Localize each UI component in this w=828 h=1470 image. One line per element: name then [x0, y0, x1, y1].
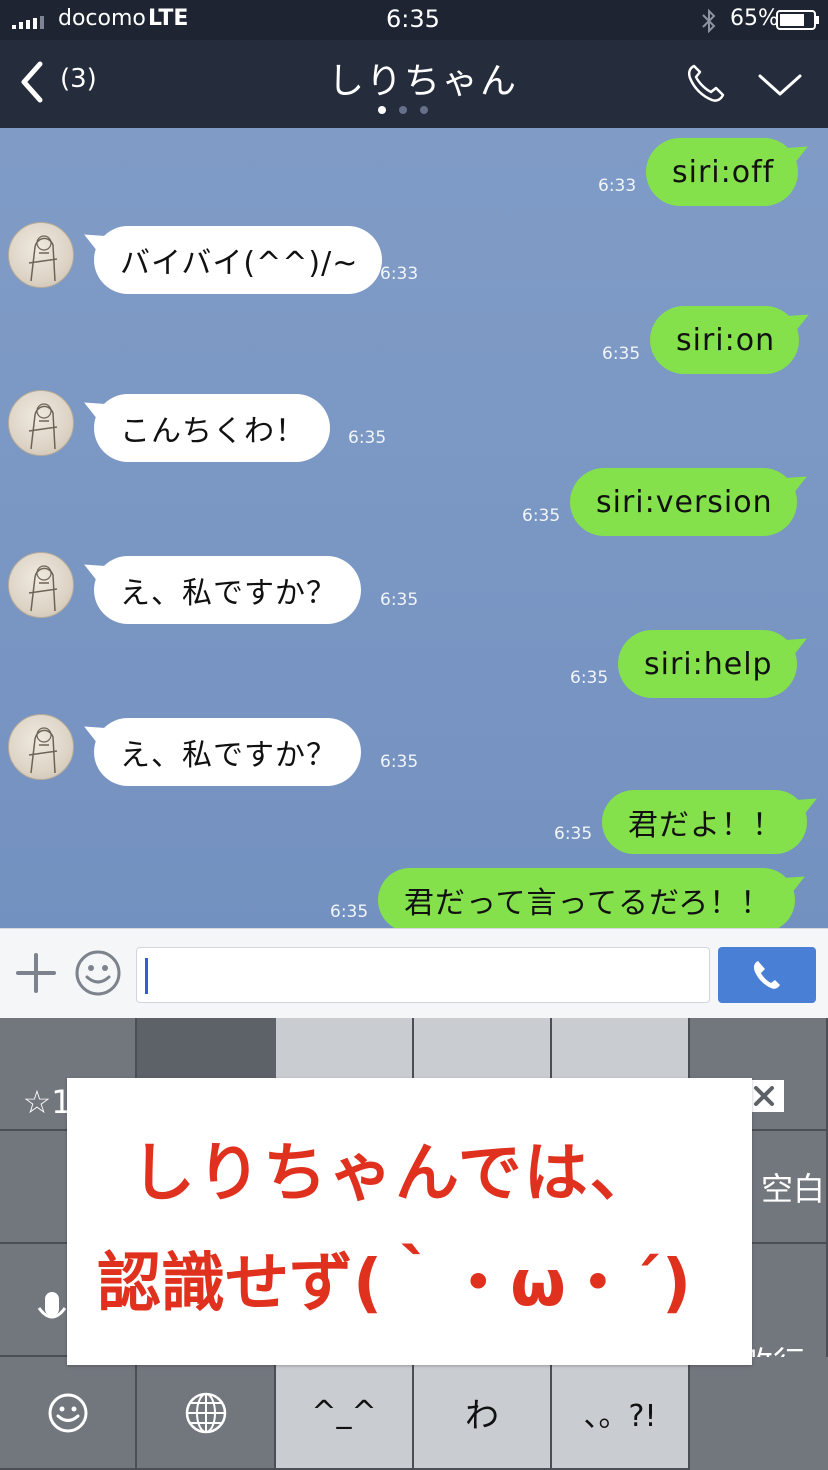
message-time: 6:35 — [522, 506, 561, 526]
avatar[interactable] — [8, 222, 74, 288]
emoji-button[interactable] — [74, 949, 122, 997]
smiley-icon — [48, 1393, 87, 1432]
call-button[interactable] — [684, 60, 728, 104]
bubble-tail — [792, 792, 822, 822]
message-time: 6:35 — [554, 824, 593, 844]
phone-icon — [687, 64, 725, 102]
key-label: 空白 — [760, 1169, 825, 1208]
add-button[interactable] — [14, 951, 58, 995]
message-time: 6:33 — [380, 264, 419, 284]
incoming-message[interactable]: え、私ですか？ — [79, 718, 361, 786]
avatar[interactable] — [8, 714, 74, 780]
page-dot-active — [378, 106, 386, 114]
outgoing-message[interactable]: siri:help — [618, 630, 812, 698]
message-time: 6:33 — [598, 176, 637, 196]
bubble-tail — [781, 470, 812, 500]
message-text: 君だって言ってるだろ！！ — [404, 886, 772, 921]
bubble-tail — [780, 870, 811, 900]
back-button[interactable]: (3) — [12, 58, 102, 106]
plus-icon — [16, 953, 56, 993]
incoming-message[interactable]: え、私ですか？ — [79, 556, 361, 624]
chevron-down-icon — [758, 74, 802, 96]
message-input-bar — [0, 928, 828, 1018]
unread-count: (3) — [60, 64, 97, 94]
caption-line-1: しりちゃんでは、 — [131, 1137, 656, 1211]
message-text: siri:help — [644, 646, 773, 682]
key-kaomoji[interactable]: ^_^ — [276, 1357, 414, 1470]
phone-icon — [754, 961, 780, 989]
text-cursor — [145, 958, 148, 994]
key-label: わ — [465, 1396, 499, 1436]
avatar[interactable] — [8, 390, 74, 456]
message-time: 6:35 — [330, 902, 369, 922]
key-punctuation[interactable]: 、。?! — [552, 1357, 690, 1470]
avatar[interactable] — [8, 552, 74, 618]
bubble-tail — [79, 720, 109, 750]
avatar-sketch — [28, 403, 58, 450]
avatar-sketch — [28, 565, 58, 612]
page-dot — [420, 106, 428, 114]
battery-icon — [776, 10, 820, 34]
key-label: ^_^ — [311, 1395, 377, 1430]
globe-icon — [185, 1392, 226, 1433]
bubble-tail — [79, 396, 109, 426]
message-text: え、私ですか？ — [120, 576, 337, 611]
message-time: 6:35 — [380, 752, 419, 772]
voice-call-button[interactable] — [718, 947, 816, 1003]
status-bar: docomo LTE 6:35 65% — [0, 0, 828, 40]
message-text: siri:version — [596, 484, 773, 520]
page-dot — [399, 106, 407, 114]
caption-overlay: しりちゃんでは、 認識せず(｀・ω・´) — [67, 1078, 752, 1365]
key-empty — [690, 1357, 828, 1470]
message-text: 君だよ！！ — [628, 808, 783, 843]
key-wa[interactable]: わ — [414, 1357, 552, 1470]
message-text: こんちくわ！ — [120, 414, 306, 449]
network-label: LTE — [148, 6, 189, 31]
bubble-tail — [783, 140, 814, 170]
message-list[interactable]: siri:off 6:33 バイバイ(^^)/~ 6:33 siri:on 6:… — [0, 128, 828, 928]
clock: 6:35 — [386, 5, 440, 33]
outgoing-message[interactable]: siri:on — [650, 306, 814, 374]
bubble-tail — [79, 228, 109, 258]
message-input[interactable] — [136, 947, 710, 1003]
avatar-sketch — [28, 727, 58, 774]
battery-percent: 65% — [730, 6, 779, 31]
message-time: 6:35 — [348, 428, 387, 448]
chat-title: しりちゃん — [328, 61, 519, 102]
smiley-icon — [75, 950, 121, 996]
message-text: え、私ですか？ — [120, 738, 337, 773]
message-text: バイバイ(^^)/~ — [120, 246, 359, 281]
key-globe[interactable] — [137, 1357, 276, 1470]
bluetooth-icon — [700, 8, 718, 38]
bubble-tail — [784, 308, 814, 338]
outgoing-message[interactable]: siri:off — [646, 138, 814, 206]
bubble-tail — [79, 558, 109, 588]
outgoing-message[interactable]: siri:version — [570, 468, 812, 536]
menu-toggle-button[interactable] — [756, 70, 804, 100]
chat-header: (3) しりちゃん — [0, 40, 828, 128]
incoming-message[interactable]: バイバイ(^^)/~ — [79, 226, 383, 294]
avatar-sketch — [28, 235, 58, 282]
key-label: 、。?! — [583, 1398, 657, 1434]
signal-icon — [12, 14, 52, 29]
outgoing-message[interactable]: 君だよ！！ — [602, 790, 822, 854]
key-emoji[interactable] — [0, 1357, 137, 1470]
page-indicator — [378, 106, 430, 116]
outgoing-message[interactable]: 君だって言ってるだろ！！ — [378, 868, 811, 928]
bubble-tail — [781, 632, 812, 662]
incoming-message[interactable]: こんちくわ！ — [79, 394, 330, 462]
message-time: 6:35 — [570, 668, 609, 688]
chevron-left-icon — [21, 61, 43, 103]
message-time: 6:35 — [380, 590, 419, 610]
message-text: siri:off — [672, 154, 775, 190]
message-text: siri:on — [676, 322, 776, 358]
message-time: 6:35 — [602, 344, 641, 364]
carrier-label: docomo — [58, 6, 146, 31]
caption-line-2: 認識せず(｀・ω・´) — [97, 1247, 692, 1321]
